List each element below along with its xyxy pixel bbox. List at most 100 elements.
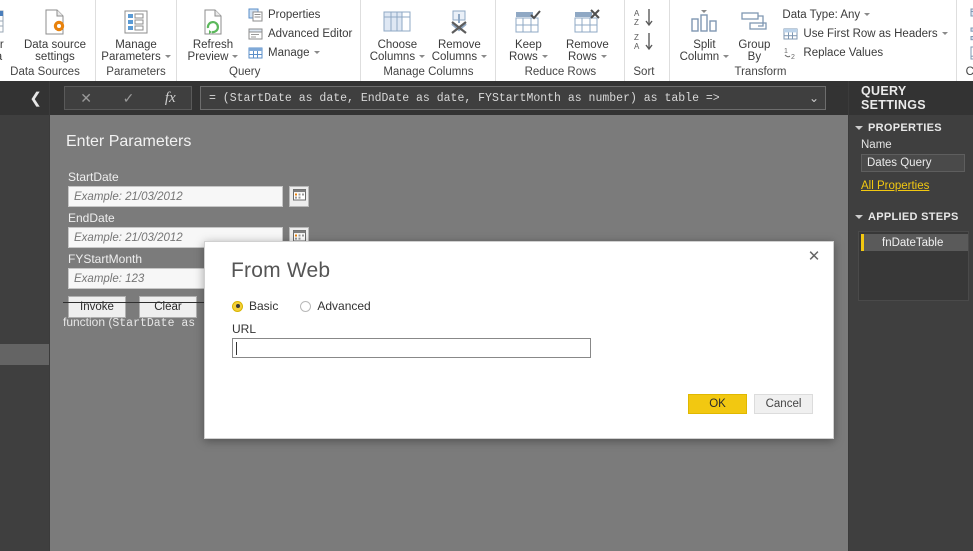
- enter-data-label: Enter Data: [0, 39, 4, 63]
- radio-basic[interactable]: Basic: [232, 299, 278, 313]
- properties-section-label: PROPERTIES: [868, 122, 942, 134]
- startdate-label: StartDate: [68, 170, 119, 184]
- formula-input[interactable]: = (StartDate as date, EndDate as date, F…: [200, 86, 826, 110]
- function-preview-prefix: function (: [63, 315, 113, 329]
- all-properties-link[interactable]: All Properties: [861, 180, 973, 192]
- merge-queries-button[interactable]: Merge Queries: [966, 5, 973, 24]
- parameters-icon: [123, 7, 149, 37]
- replace-values-label: Replace Values: [803, 46, 884, 59]
- radio-advanced-indicator: [300, 300, 312, 312]
- ribbon-group-title-data-sources: Data Sources: [10, 66, 80, 78]
- query-settings-header: QUERY SETTINGS: [849, 81, 973, 115]
- advanced-editor-icon: [247, 26, 264, 41]
- calendar-icon: [292, 188, 306, 206]
- choose-columns-label: Choose Columns: [370, 39, 426, 63]
- query-name-input[interactable]: Dates Query: [861, 154, 965, 172]
- ok-button[interactable]: OK: [688, 394, 747, 414]
- chevron-down-icon[interactable]: ⌄: [809, 91, 819, 106]
- data-type-button[interactable]: Data Type: Any: [779, 5, 950, 24]
- startdate-input[interactable]: [68, 186, 283, 207]
- close-icon[interactable]: ✕: [803, 246, 825, 266]
- combine-files-button[interactable]: Combine Files: [966, 43, 973, 62]
- manage-button[interactable]: Manage: [244, 43, 355, 62]
- replace-values-icon: 1 2: [782, 45, 799, 60]
- query-list-item[interactable]: [0, 344, 49, 365]
- advanced-editor-label: Advanced Editor: [268, 27, 353, 40]
- cancel-icon[interactable]: ✕: [80, 90, 92, 107]
- power-query-editor-window: Enter Data Data source settings: [0, 0, 973, 551]
- ribbon-group-manage-columns: Choose Columns Remove Columns Manage Col…: [361, 0, 497, 81]
- name-label: Name: [861, 139, 892, 151]
- remove-rows-label: Remove Rows: [565, 39, 609, 63]
- fx-icon[interactable]: fx: [165, 90, 176, 107]
- chevron-down-icon: [419, 55, 426, 59]
- ribbon-group-reduce-rows: Keep Rows Remove Rows Reduce Rows: [496, 0, 626, 81]
- keep-rows-label: Keep Rows: [509, 39, 548, 63]
- page-gear-icon: [42, 7, 68, 37]
- url-input[interactable]: [232, 338, 591, 358]
- remove-rows-icon: [572, 7, 602, 37]
- applied-step-item[interactable]: fnDateTable: [861, 234, 968, 251]
- sort-descending-button[interactable]: Z A: [633, 30, 661, 54]
- queries-pane-collapse-button[interactable]: ❮: [0, 81, 49, 115]
- chevron-down-icon: [481, 55, 488, 59]
- split-column-label: Split Column: [680, 39, 730, 63]
- sort-ascending-button[interactable]: A Z: [633, 6, 661, 30]
- use-first-row-as-headers-button[interactable]: Use First Row as Headers: [779, 24, 950, 43]
- remove-columns-button[interactable]: Remove Columns: [428, 3, 490, 63]
- radio-advanced[interactable]: Advanced: [300, 299, 371, 313]
- fystartmonth-input[interactable]: [68, 268, 208, 289]
- formula-bar-actions: ✕ ✓ fx: [64, 86, 192, 110]
- ribbon-group-title-reduce-rows: Reduce Rows: [524, 66, 597, 78]
- check-icon[interactable]: ✓: [123, 90, 135, 107]
- group-by-label: Group By: [738, 39, 771, 63]
- queries-pane: ❮: [0, 81, 49, 551]
- replace-values-button[interactable]: 1 2 Replace Values: [779, 43, 950, 62]
- from-web-dialog: ✕ From Web Basic Advanced URL OK Cancel: [204, 241, 834, 439]
- function-preview-signature: StartDate as: [112, 317, 196, 330]
- keep-rows-button[interactable]: Keep Rows: [501, 3, 555, 63]
- append-queries-button[interactable]: Append Queries: [966, 24, 973, 43]
- cancel-button[interactable]: Cancel: [754, 394, 813, 414]
- chevron-down-icon: [941, 32, 948, 35]
- advanced-editor-button[interactable]: Advanced Editor: [244, 24, 355, 43]
- startdate-datepicker-button[interactable]: [289, 186, 309, 207]
- data-source-settings-button[interactable]: Data source settings: [20, 3, 90, 63]
- remove-rows-button[interactable]: Remove Rows: [555, 3, 619, 63]
- remove-columns-label: Remove Columns: [432, 39, 488, 63]
- applied-step-label: fnDateTable: [882, 236, 944, 249]
- ribbon-group-transform: Split Column Group By Data Type: Any Use…: [670, 0, 957, 81]
- group-by-button[interactable]: Group By: [733, 3, 775, 63]
- append-queries-icon: [969, 26, 973, 41]
- enddate-label: EndDate: [68, 211, 115, 225]
- ribbon-group-title-manage-columns: Manage Columns: [383, 66, 474, 78]
- ribbon: Enter Data Data source settings: [0, 0, 973, 81]
- enter-data-button[interactable]: Enter Data: [0, 3, 6, 63]
- ribbon-group-title-combine: Combine: [965, 66, 973, 78]
- fystartmonth-label: FYStartMonth: [68, 252, 143, 266]
- manage-parameters-button[interactable]: Manage Parameters: [101, 3, 171, 63]
- dialog-title: From Web: [231, 259, 331, 282]
- split-column-icon: [688, 7, 720, 37]
- split-column-button[interactable]: Split Column: [675, 3, 733, 63]
- properties-button[interactable]: Properties: [244, 5, 355, 24]
- chevron-down-icon: [232, 55, 239, 59]
- formula-text: = (StartDate as date, EndDate as date, F…: [209, 91, 720, 105]
- data-type-label: Data Type: Any: [782, 8, 861, 21]
- choose-columns-button[interactable]: Choose Columns: [366, 3, 428, 63]
- manage-label: Manage: [268, 46, 310, 59]
- refresh-preview-button[interactable]: Refresh Preview: [182, 3, 244, 63]
- applied-steps-section-header[interactable]: APPLIED STEPS: [849, 204, 973, 226]
- svg-text:Z: Z: [634, 18, 639, 27]
- first-row-headers-icon: [782, 26, 799, 41]
- ribbon-group-combine: Merge Queries Append Queries: [957, 0, 973, 81]
- svg-text:A: A: [634, 42, 640, 51]
- sort-za-icon: Z A: [633, 31, 657, 53]
- properties-section-header[interactable]: PROPERTIES: [849, 115, 973, 137]
- ribbon-group-title-parameters: Parameters: [106, 66, 166, 78]
- chevron-down-icon: [855, 215, 863, 219]
- svg-text:A: A: [634, 9, 640, 18]
- applied-steps-list: fnDateTable: [858, 231, 969, 301]
- ribbon-group-title-transform: Transform: [734, 66, 787, 78]
- svg-text:1: 1: [784, 48, 788, 55]
